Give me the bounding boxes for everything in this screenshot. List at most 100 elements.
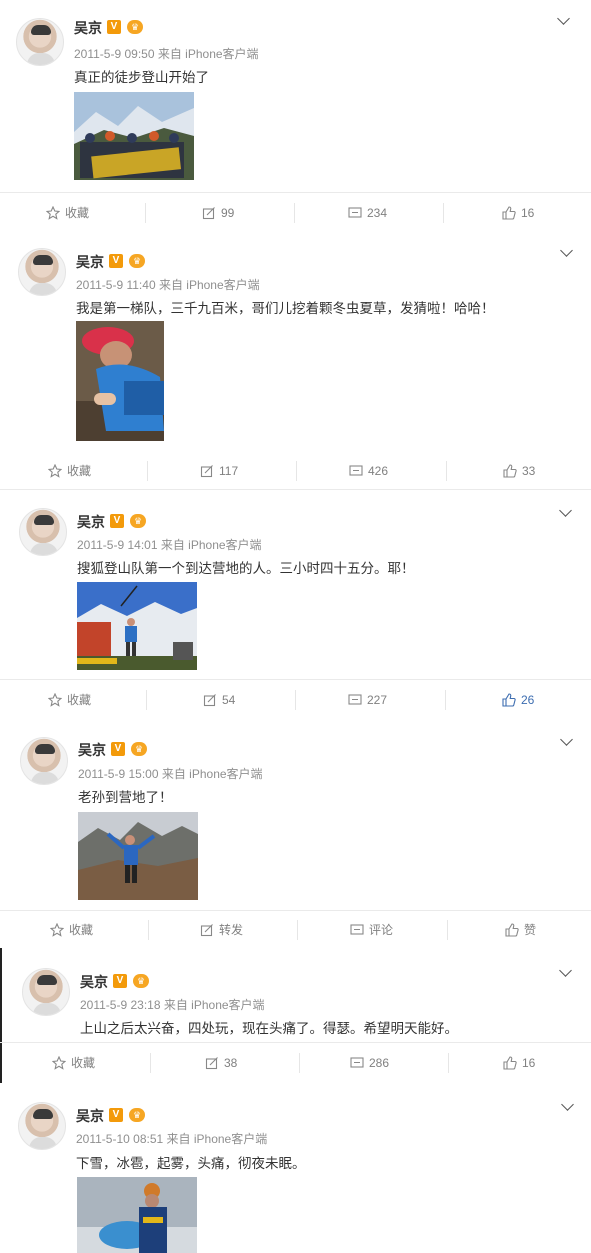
favorite-button[interactable]: 收藏	[48, 680, 91, 720]
comment-button[interactable]: 234	[348, 193, 387, 233]
vip-crown-icon: ♛	[129, 1108, 145, 1122]
action-bar: 收藏 转发 评论 赞	[0, 910, 591, 950]
like-icon	[503, 464, 517, 478]
comment-count: 426	[368, 464, 389, 478]
separator	[446, 461, 447, 481]
star-icon	[46, 206, 60, 220]
like-button[interactable]: 26	[502, 680, 534, 720]
repost-icon	[200, 465, 213, 478]
star-icon	[50, 923, 64, 937]
avatar[interactable]	[22, 968, 70, 1016]
like-count: 26	[521, 693, 535, 707]
chevron-down-icon[interactable]	[558, 504, 576, 522]
comment-count: 286	[369, 1056, 390, 1070]
verified-v-icon: V	[110, 514, 124, 528]
favorite-button[interactable]: 收藏	[52, 1043, 95, 1083]
author-name[interactable]: 吴京	[76, 252, 104, 272]
post-text: 我是第一梯队，三千九百米，哥们儿挖着颗冬虫夏草，发猜啦！哈哈！	[76, 301, 495, 316]
like-label: 赞	[524, 923, 537, 937]
comment-button[interactable]: 426	[349, 451, 388, 491]
comment-icon	[348, 694, 362, 705]
separator	[297, 920, 298, 940]
comment-label: 评论	[369, 923, 394, 937]
action-bar: 收藏 117 426 33	[0, 451, 591, 491]
action-bar: 收藏 38 286 16	[0, 1043, 591, 1083]
verified-v-icon: V	[109, 1108, 123, 1122]
author-name[interactable]: 吴京	[78, 740, 106, 760]
verified-v-icon: V	[107, 20, 121, 34]
post-photo[interactable]	[76, 321, 164, 441]
post-text: 搜狐登山队第一个到达营地的人。三小时四十五分。耶！	[77, 561, 415, 576]
like-count: 16	[522, 1056, 536, 1070]
post-text: 老孙到营地了！	[78, 790, 173, 805]
star-icon	[48, 693, 62, 707]
favorite-label: 收藏	[67, 693, 92, 707]
chevron-down-icon[interactable]	[558, 964, 576, 982]
separator	[445, 690, 446, 710]
repost-button[interactable]: 转发	[200, 910, 243, 950]
repost-icon	[200, 924, 213, 937]
vip-crown-icon: ♛	[129, 254, 145, 268]
avatar[interactable]	[19, 508, 67, 556]
avatar[interactable]	[20, 737, 68, 785]
post-meta: 2011-5-9 09:50 来自 iPhone客户端	[74, 47, 259, 61]
separator	[296, 461, 297, 481]
star-icon	[48, 464, 62, 478]
comment-button[interactable]: 286	[350, 1043, 389, 1083]
comment-button[interactable]: 227	[348, 680, 387, 720]
chevron-down-icon[interactable]	[559, 244, 577, 262]
action-bar: 收藏 99 234 16	[0, 193, 591, 233]
separator	[148, 920, 149, 940]
repost-button[interactable]: 54	[203, 680, 235, 720]
repost-count: 38	[224, 1056, 238, 1070]
verified-v-icon: V	[113, 974, 127, 988]
comment-icon	[350, 1057, 364, 1068]
favorite-button[interactable]: 收藏	[46, 193, 89, 233]
avatar[interactable]	[18, 248, 66, 296]
post-meta: 2011-5-9 11:40 来自 iPhone客户端	[76, 278, 260, 292]
repost-icon	[202, 207, 215, 220]
like-button[interactable]: 赞	[505, 910, 536, 950]
favorite-button[interactable]: 收藏	[50, 910, 93, 950]
favorite-button[interactable]: 收藏	[48, 451, 91, 491]
favorite-label: 收藏	[67, 464, 92, 478]
comment-button[interactable]: 评论	[350, 910, 393, 950]
action-bar: 收藏 54 227 26	[0, 680, 591, 720]
author-name[interactable]: 吴京	[80, 972, 108, 992]
post-photo[interactable]	[74, 92, 194, 180]
author-name[interactable]: 吴京	[77, 512, 105, 532]
avatar[interactable]	[16, 18, 64, 66]
comment-icon	[348, 207, 362, 218]
repost-button[interactable]: 38	[205, 1043, 237, 1083]
weibo-post: 吴京 V ♛ 2011-5-9 14:01 来自 iPhone客户端 搜狐登山队…	[0, 490, 591, 720]
post-photo[interactable]	[78, 812, 198, 900]
repost-button[interactable]: 117	[200, 451, 238, 491]
repost-icon	[203, 694, 216, 707]
post-photo[interactable]	[77, 582, 197, 670]
separator	[299, 1053, 300, 1073]
verified-v-icon: V	[109, 254, 123, 268]
repost-label: 转发	[219, 923, 244, 937]
like-button[interactable]: 33	[503, 451, 535, 491]
vip-crown-icon: ♛	[127, 20, 143, 34]
separator	[448, 1053, 449, 1073]
separator	[294, 203, 295, 223]
like-button[interactable]: 16	[502, 193, 534, 233]
post-meta: 2011-5-10 08:51 来自 iPhone客户端	[76, 1132, 268, 1146]
post-photo[interactable]	[77, 1177, 197, 1253]
separator	[145, 203, 146, 223]
post-text: 真正的徒步登山开始了	[74, 70, 209, 85]
author-name[interactable]: 吴京	[74, 18, 102, 38]
favorite-label: 收藏	[71, 1056, 96, 1070]
comment-count: 234	[367, 206, 388, 220]
chevron-down-icon[interactable]	[556, 12, 574, 30]
weibo-post: 吴京 V ♛ 2011-5-9 15:00 来自 iPhone客户端 老孙到营地…	[0, 720, 591, 948]
post-text: 下雪，冰雹，起雾，头痛，彻夜未眠。	[76, 1156, 306, 1171]
repost-button[interactable]: 99	[202, 193, 234, 233]
chevron-down-icon[interactable]	[560, 1098, 578, 1116]
author-name[interactable]: 吴京	[76, 1106, 104, 1126]
avatar[interactable]	[18, 1102, 66, 1150]
chevron-down-icon[interactable]	[559, 733, 577, 751]
like-button[interactable]: 16	[503, 1043, 535, 1083]
post-meta: 2011-5-9 23:18 来自 iPhone客户端	[80, 998, 265, 1012]
